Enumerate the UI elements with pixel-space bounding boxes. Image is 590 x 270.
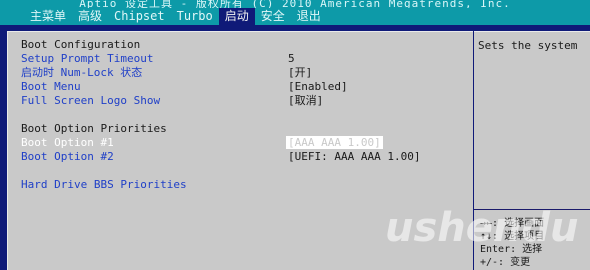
boot-configuration-header: Boot Configuration [21, 38, 141, 51]
tab-chipset[interactable]: Chipset [108, 8, 171, 25]
title-bar: Aptio 设定工具 - 版权所有 (C) 2010 American Mega… [0, 0, 590, 8]
key-help-select-screen: →←: 选择画面 [480, 218, 545, 229]
numlock-state-value[interactable]: [开] [288, 66, 312, 79]
setup-prompt-timeout-label[interactable]: Setup Prompt Timeout [21, 52, 153, 65]
full-screen-logo-label[interactable]: Full Screen Logo Show [21, 94, 160, 107]
menu-bar: 主菜单 高级 Chipset Turbo 启动 安全 退出 [0, 8, 590, 25]
tab-security[interactable]: 安全 [255, 8, 291, 25]
boot-option-2-label[interactable]: Boot Option #2 [21, 150, 114, 163]
boot-menu-label[interactable]: Boot Menu [21, 80, 81, 93]
tab-boot[interactable]: 启动 [218, 8, 255, 25]
hard-drive-bbs-priorities-link[interactable]: Hard Drive BBS Priorities [21, 178, 187, 191]
tab-exit[interactable]: 退出 [291, 8, 327, 25]
key-help-change: +/-: 变更 [480, 257, 531, 268]
help-description: Sets the system [478, 39, 578, 52]
tab-advanced[interactable]: 高级 [72, 8, 108, 25]
boot-option-1-label[interactable]: Boot Option #1 [21, 136, 114, 149]
help-panel: Sets the system →←: 选择画面 ↑↓: 选择项目 Enter:… [474, 31, 590, 270]
setup-prompt-timeout-value[interactable]: 5 [288, 52, 295, 65]
key-help-select-item: ↑↓: 选择项目 [480, 231, 545, 242]
boot-option-priorities-header: Boot Option Priorities [21, 122, 167, 135]
key-help-enter: Enter: 选择 [480, 244, 543, 255]
settings-panel: Boot Configuration Setup Prompt Timeout … [7, 31, 473, 270]
boot-option-2-value[interactable]: [UEFI: AAA AAA 1.00] [288, 150, 420, 163]
help-divider [474, 209, 590, 210]
boot-option-1-value[interactable]: [AAA AAA 1.00] [286, 136, 383, 149]
full-screen-logo-value[interactable]: [取消] [288, 94, 323, 107]
tab-main[interactable]: 主菜单 [0, 8, 72, 25]
tab-turbo[interactable]: Turbo [171, 8, 219, 25]
boot-menu-value[interactable]: [Enabled] [288, 80, 348, 93]
numlock-state-label[interactable]: 启动时 Num-Lock 状态 [21, 66, 142, 79]
